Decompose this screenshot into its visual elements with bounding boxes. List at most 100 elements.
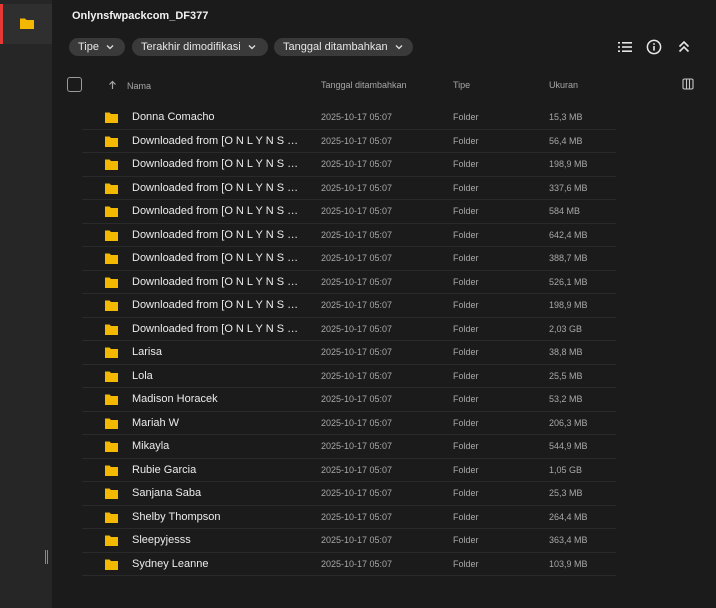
column-header-date[interactable]: Tanggal ditambahkan — [321, 80, 407, 90]
file-date-added: 2025-10-17 05:07 — [321, 370, 393, 381]
table-row[interactable]: Lola 2025-10-17 05:07 Folder 25,5 MB — [82, 365, 616, 388]
file-date-added: 2025-10-17 05:07 — [321, 347, 393, 357]
table-row[interactable]: Downloaded from [O N L Y N S F W P A C K… — [82, 130, 616, 153]
file-name[interactable]: Downloaded from [O N L Y N S F W P A C K… — [132, 276, 304, 288]
file-size: 206,3 MB — [549, 417, 588, 428]
table-row[interactable]: Mikayla 2025-10-17 05:07 Folder 544,9 MB — [82, 435, 616, 459]
table-row[interactable]: Downloaded from [O N L Y N S F W P A C K… — [82, 294, 616, 318]
filter-chip-label: Tipe — [78, 41, 99, 53]
folder-icon — [105, 559, 118, 570]
file-date-added: 2025-10-17 05:07 — [321, 229, 393, 240]
file-date-added: 2025-10-17 05:07 — [321, 276, 393, 287]
file-name[interactable]: Downloaded from [O N L Y N S F W P A C K… — [132, 323, 304, 335]
chevron-down-icon — [395, 45, 403, 50]
table-row[interactable]: Downloaded from [O N L Y N S F W P A C K… — [82, 177, 616, 200]
file-name[interactable]: Larisa — [132, 346, 304, 358]
sidebar-item-files[interactable] — [0, 4, 52, 44]
file-name[interactable]: Downloaded from [O N L Y N S F W P A C K… — [132, 299, 304, 311]
file-name[interactable]: Madison Horacek — [132, 393, 304, 405]
file-type: Folder — [453, 253, 479, 263]
table-row[interactable]: Downloaded from [O N L Y N S F W P A C K… — [82, 224, 616, 247]
file-type: Folder — [453, 464, 479, 475]
filter-chip-modified[interactable]: Terakhir dimodifikasi — [132, 38, 268, 56]
folder-icon — [105, 112, 118, 123]
folder-icon — [105, 230, 118, 241]
folder-icon — [20, 18, 34, 29]
file-name[interactable]: Downloaded from [O N L Y N S F W P A C K… — [132, 182, 304, 194]
file-name[interactable]: Lola — [132, 370, 304, 382]
file-type: Folder — [453, 441, 479, 451]
file-name[interactable]: Downloaded from [O N L Y N S F W P A C K… — [132, 135, 304, 147]
file-date-added: 2025-10-17 05:07 — [321, 535, 393, 545]
file-name[interactable]: Sleepyjesss — [132, 534, 304, 546]
file-size: 264,4 MB — [549, 511, 588, 522]
file-date-added: 2025-10-17 05:07 — [321, 159, 393, 169]
file-name[interactable]: Shelby Thompson — [132, 511, 304, 523]
list-view-icon[interactable] — [617, 39, 633, 55]
file-name[interactable]: Sanjana Saba — [132, 487, 304, 499]
sort-ascending-icon[interactable] — [108, 80, 117, 90]
collapse-icon[interactable] — [676, 39, 692, 55]
file-size: 198,9 MB — [549, 300, 588, 310]
filter-chip-type[interactable]: Tipe — [69, 38, 125, 56]
file-type: Folder — [453, 229, 479, 240]
file-type: Folder — [453, 488, 479, 498]
file-size: 1,05 GB — [549, 464, 583, 475]
file-date-added: 2025-10-17 05:07 — [321, 417, 393, 428]
file-name[interactable]: Donna Comacho — [132, 111, 304, 123]
folder-icon — [105, 512, 118, 523]
file-type: Folder — [453, 206, 479, 216]
file-name[interactable]: Mikayla — [132, 440, 304, 452]
file-name[interactable]: Downloaded from [O N L Y N S F W P A C K… — [132, 205, 304, 217]
file-name[interactable]: Rubie Garcia — [132, 464, 304, 476]
folder-icon — [105, 441, 118, 452]
file-type: Folder — [453, 347, 479, 357]
table-row[interactable]: Downloaded from [O N L Y N S F W P A C K… — [82, 247, 616, 271]
file-name[interactable]: Downloaded from [O N L Y N S F W P A C K… — [132, 229, 304, 241]
table-row[interactable]: Sydney Leanne 2025-10-17 05:07 Folder 103,9… — [82, 553, 616, 576]
sidebar — [0, 0, 52, 608]
file-name[interactable]: Downloaded from [O N L Y N S F W P A C K… — [132, 252, 304, 264]
file-type: Folder — [453, 182, 479, 193]
info-icon[interactable] — [646, 39, 662, 55]
file-size: 103,9 MB — [549, 558, 588, 569]
table-row[interactable]: Sleepyjesss 2025-10-17 05:07 Folder 363,4 M… — [82, 529, 616, 553]
folder-title: Onlynsfwpackcom_DF377 — [72, 10, 209, 22]
file-date-added: 2025-10-17 05:07 — [321, 253, 393, 263]
file-date-added: 2025-10-17 05:07 — [321, 323, 393, 334]
table-row[interactable]: Larisa 2025-10-17 05:07 Folder 38,8 MB — [82, 341, 616, 365]
select-all-checkbox[interactable] — [67, 77, 82, 92]
filter-chip-added[interactable]: Tanggal ditambahkan — [274, 38, 413, 56]
file-name[interactable]: Sydney Leanne — [132, 558, 304, 570]
file-date-added: 2025-10-17 05:07 — [321, 464, 393, 475]
table-row[interactable]: Shelby Thompson 2025-10-17 05:07 Folder 264… — [82, 506, 616, 529]
table-row[interactable]: Rubie Garcia 2025-10-17 05:07 Folder 1,05 G… — [82, 459, 616, 482]
table-row[interactable]: Downloaded from [O N L Y N S F W P A C K… — [82, 153, 616, 177]
table-row[interactable]: Sanjana Saba 2025-10-17 05:07 Folder 25,3 M… — [82, 482, 616, 506]
file-date-added: 2025-10-17 05:07 — [321, 112, 393, 122]
file-date-added: 2025-10-17 05:07 — [321, 511, 393, 522]
column-header-name[interactable]: Nama — [127, 81, 151, 91]
table-row[interactable]: Mariah W 2025-10-17 05:07 Folder 206,3 MB — [82, 412, 616, 435]
column-header-size[interactable]: Ukuran — [549, 80, 578, 90]
table-row[interactable]: Madison Horacek 2025-10-17 05:07 Folder 53,… — [82, 388, 616, 412]
file-type: Folder — [453, 417, 479, 428]
columns-icon[interactable] — [682, 78, 694, 90]
file-type: Folder — [453, 276, 479, 287]
file-type: Folder — [453, 535, 479, 545]
table-row[interactable]: Downloaded from [O N L Y N S F W P A C K… — [82, 271, 616, 294]
table-row[interactable]: Downloaded from [O N L Y N S F W P A C K… — [82, 318, 616, 341]
filter-chip-label: Tanggal ditambahkan — [283, 41, 388, 53]
sidebar-resize-handle[interactable] — [45, 550, 48, 564]
file-manager-window: Onlynsfwpackcom_DF377 Tipe Terakhir dimo… — [0, 0, 716, 608]
column-header-type[interactable]: Tipe — [453, 80, 470, 90]
file-list: Donna Comacho 2025-10-17 05:07 Folder 15,3 … — [82, 106, 616, 576]
folder-icon — [105, 535, 118, 546]
file-name[interactable]: Mariah W — [132, 417, 304, 429]
folder-icon — [105, 253, 118, 264]
file-name[interactable]: Downloaded from [O N L Y N S F W P A C K… — [132, 158, 304, 170]
table-row[interactable]: Donna Comacho 2025-10-17 05:07 Folder 15,3 … — [82, 106, 616, 130]
file-type: Folder — [453, 300, 479, 310]
table-row[interactable]: Downloaded from [O N L Y N S F W P A C K… — [82, 200, 616, 224]
file-type: Folder — [453, 323, 479, 334]
